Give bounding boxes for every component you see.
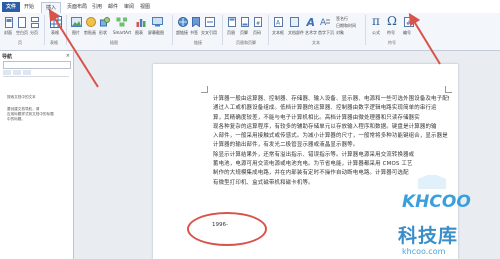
watermark-url: khcoo.com xyxy=(402,247,446,256)
arrow-to-insert-tab xyxy=(48,8,99,88)
arrow-to-number-button xyxy=(408,12,441,65)
watermark-logo: KHCOO xyxy=(402,192,471,212)
watermark-name: 科技库 xyxy=(398,225,459,247)
